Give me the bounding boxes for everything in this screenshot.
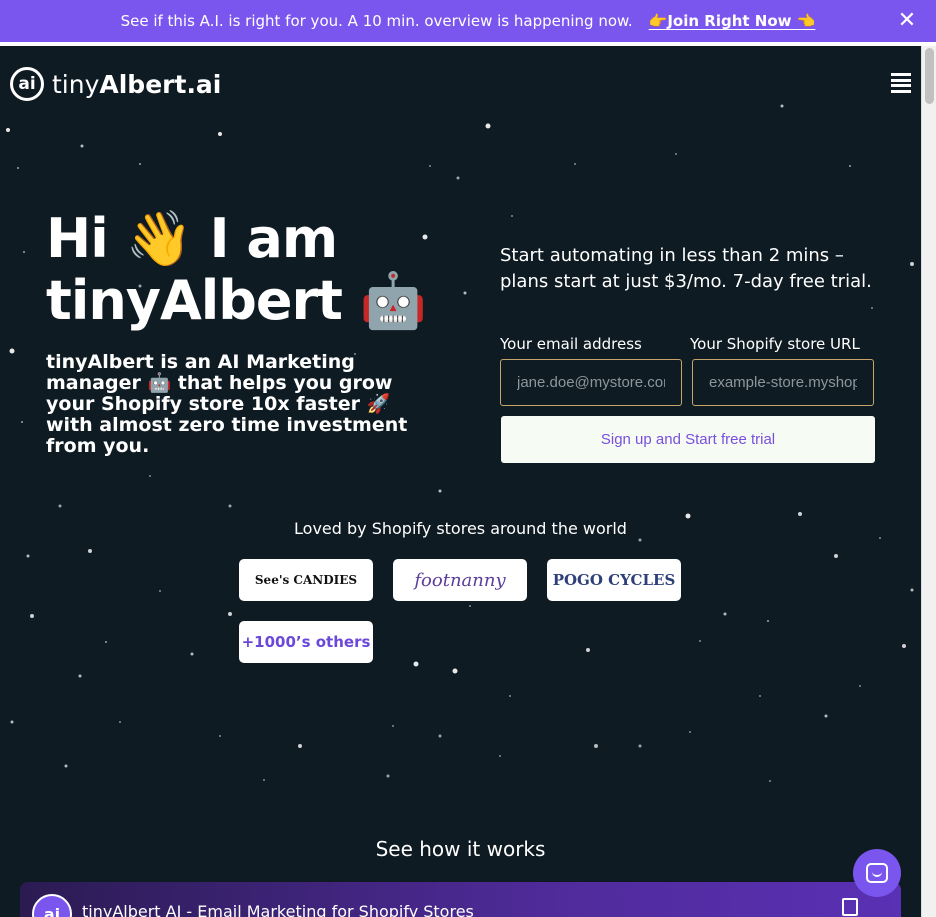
scrollbar-thumb[interactable] (925, 48, 934, 104)
banner-text: See if this A.I. is right for you. A 10 … (120, 12, 633, 30)
starfield (6, 104, 914, 782)
how-it-works-heading: See how it works (375, 837, 546, 861)
promo-banner: See if this A.I. is right for you. A 10 … (0, 0, 936, 46)
video-title[interactable]: tinyAlbert AI - Email Marketing for Shop… (82, 902, 474, 917)
rocket-icon: 🚀 (366, 393, 391, 415)
social-proof-heading: Loved by Shopify stores around the world (294, 519, 627, 538)
brand-logo-pogo-cycles: POGO CYCLES (547, 559, 681, 601)
signup-field-labels: Your email address Your Shopify store UR… (500, 335, 880, 353)
hero-subtitle: tinyAlbert is an AI Marketing manager 🤖 … (46, 352, 436, 457)
logo[interactable]: ai tinyAlbert.ai (10, 67, 221, 101)
signup-inputs (500, 359, 884, 406)
robot-icon: 🤖 (147, 372, 172, 394)
hero-title-line1: Hi 👋 I am (46, 207, 338, 270)
robot-icon: 🤖 (359, 269, 427, 332)
signup-button[interactable]: Sign up and Start free trial (501, 416, 875, 463)
chat-icon (866, 863, 888, 883)
join-now-link[interactable]: 👉Join Right Now 👈 (649, 12, 816, 30)
menu-bar (891, 78, 911, 82)
hamburger-menu-icon[interactable] (891, 73, 911, 93)
logo-mark-icon: ai (10, 67, 44, 101)
scrollbar[interactable] (921, 46, 936, 917)
menu-bar (891, 89, 911, 93)
top-nav: ai tinyAlbert.ai (0, 46, 921, 122)
store-url-field[interactable] (692, 359, 874, 406)
hero-subtitle-part3: with almost zero time investment from yo… (46, 414, 408, 457)
video-embed[interactable]: ai tinyAlbert AI - Email Marketing for S… (20, 882, 901, 917)
copy-link-icon[interactable] (842, 898, 858, 916)
email-field[interactable] (500, 359, 682, 406)
channel-logo-icon: ai (32, 894, 72, 917)
menu-bar (891, 73, 911, 76)
hero-title: Hi 👋 I am tinyAlbert 🤖 (46, 208, 466, 332)
email-label: Your email address (500, 335, 642, 353)
menu-bar (891, 84, 911, 88)
others-badge: +1000’s others (239, 621, 373, 663)
logo-text-light: tiny (52, 69, 100, 99)
brand-logo-sees-candies: See's CANDIES (239, 559, 373, 601)
hero-title-line2: tinyAlbert (46, 269, 343, 332)
store-url-label: Your Shopify store URL (690, 335, 860, 353)
signup-pitch: Start automating in less than 2 mins – p… (500, 245, 872, 292)
close-icon[interactable]: ✕ (896, 10, 918, 32)
logo-text: tinyAlbert.ai (52, 70, 221, 99)
chat-launcher-button[interactable] (853, 849, 901, 897)
brand-logo-footnanny: footnanny (393, 559, 527, 601)
signup-pitch-block: Start automating in less than 2 mins – p… (500, 243, 880, 295)
logo-text-bold: Albert.ai (99, 69, 222, 99)
